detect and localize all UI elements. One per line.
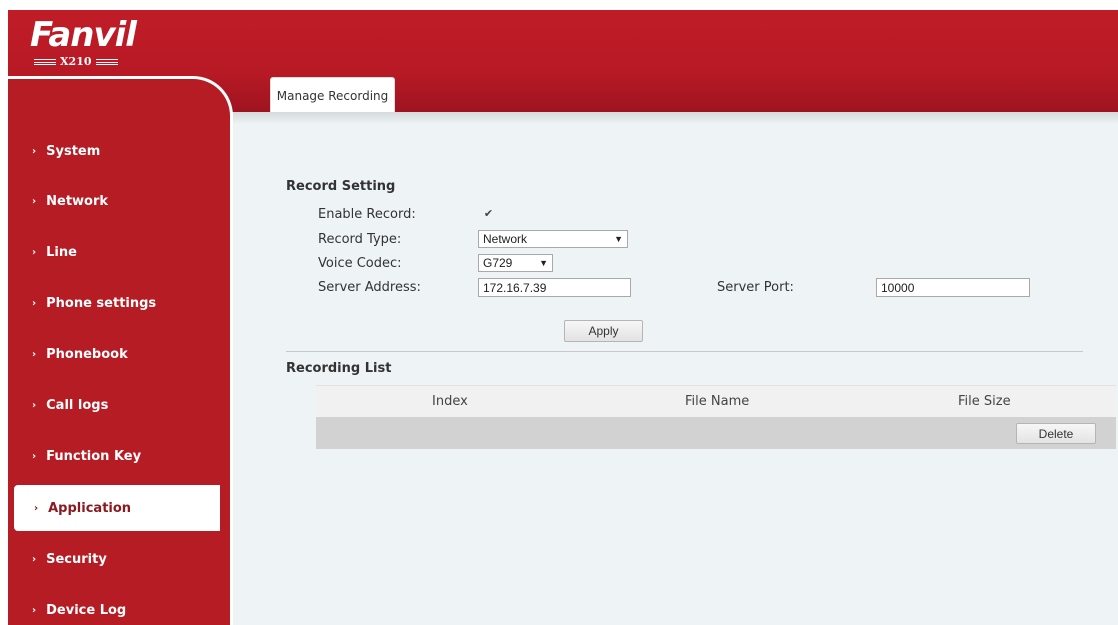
- server-port-label: Server Port:: [717, 280, 794, 295]
- column-header-file-size: File Size: [958, 394, 1011, 409]
- voice-codec-label: Voice Codec:: [318, 256, 402, 271]
- nav-label: System: [46, 143, 101, 159]
- nav-label: Line: [46, 244, 77, 260]
- logo-bars-right-icon: [95, 58, 118, 65]
- nav-item-network[interactable]: › Network: [12, 178, 220, 224]
- nav-item-application[interactable]: › Application: [14, 485, 220, 531]
- nav-label: Security: [46, 551, 107, 567]
- record-setting-title: Record Setting: [286, 179, 396, 194]
- voice-codec-value: G729: [483, 256, 513, 270]
- voice-codec-select[interactable]: G729 ▼: [478, 254, 553, 272]
- nav-item-function-key[interactable]: › Function Key: [12, 433, 220, 479]
- brand-logo: Fanvil X210: [30, 16, 150, 72]
- nav-label: Application: [48, 500, 132, 516]
- nav-item-line[interactable]: › Line: [12, 229, 220, 275]
- recording-list-actions: [316, 417, 1116, 449]
- nav-item-security[interactable]: › Security: [12, 536, 220, 582]
- section-divider: [286, 351, 1083, 352]
- server-address-label: Server Address:: [318, 280, 421, 295]
- column-header-file-name: File Name: [685, 394, 750, 409]
- tab-manage-recording[interactable]: Manage Recording: [270, 77, 395, 113]
- model-label: X210: [60, 55, 92, 68]
- nav-label: Function Key: [46, 448, 142, 464]
- chevron-right-icon: ›: [32, 246, 37, 258]
- column-header-index: Index: [432, 394, 468, 409]
- logo-model: X210: [34, 55, 150, 68]
- content-shadow: [233, 112, 1118, 124]
- chevron-right-icon: ›: [32, 145, 37, 157]
- chevron-right-icon: ›: [32, 553, 37, 565]
- record-type-label: Record Type:: [318, 232, 402, 247]
- record-type-value: Network: [483, 232, 528, 246]
- nav-label: Network: [46, 193, 109, 209]
- chevron-right-icon: ›: [32, 399, 37, 411]
- chevron-right-icon: ›: [32, 195, 37, 207]
- server-port-input[interactable]: [876, 278, 1030, 297]
- dropdown-caret-icon: ▼: [614, 234, 623, 244]
- server-address-input[interactable]: [478, 278, 631, 297]
- chevron-right-icon: ›: [32, 450, 37, 462]
- record-type-select[interactable]: Network ▼: [478, 230, 628, 248]
- recording-list-title: Recording List: [286, 361, 392, 376]
- logo-wordmark: Fanvil: [30, 15, 137, 55]
- delete-button[interactable]: Delete: [1016, 423, 1096, 444]
- nav-item-system[interactable]: › System: [12, 128, 220, 174]
- nav-label: Call logs: [46, 397, 109, 413]
- nav-label: Phonebook: [46, 346, 128, 362]
- apply-button[interactable]: Apply: [564, 320, 643, 342]
- logo-bars-left-icon: [34, 58, 56, 65]
- enable-record-label: Enable Record:: [318, 207, 416, 222]
- dropdown-caret-icon: ▼: [539, 258, 548, 268]
- chevron-right-icon: ›: [32, 348, 37, 360]
- chevron-right-icon: ›: [34, 502, 39, 514]
- nav-item-call-logs[interactable]: › Call logs: [12, 382, 220, 428]
- recording-list-header: Index File Name File Size: [316, 385, 1116, 417]
- nav-label: Device Log: [46, 602, 127, 618]
- chevron-right-icon: ›: [32, 297, 37, 309]
- nav-item-phone-settings[interactable]: › Phone settings: [12, 280, 220, 326]
- nav-label: Phone settings: [46, 295, 157, 311]
- enable-record-checkbox[interactable]: ✔: [482, 207, 495, 220]
- chevron-right-icon: ›: [32, 604, 37, 616]
- nav-item-device-log[interactable]: › Device Log: [12, 587, 220, 625]
- checkmark-icon: ✔: [483, 207, 494, 220]
- nav-item-phonebook[interactable]: › Phonebook: [12, 331, 220, 377]
